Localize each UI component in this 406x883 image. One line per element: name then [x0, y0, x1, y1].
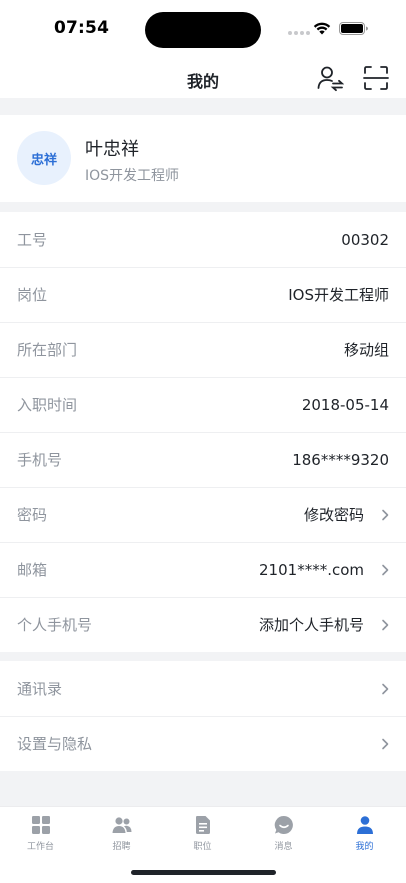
chat-icon: [274, 815, 293, 834]
row-hire-date: 入职时间 2018-05-14: [0, 377, 406, 432]
row-label: 手机号: [17, 451, 63, 469]
row-label: 密码: [17, 506, 48, 524]
dynamic-island: [145, 12, 261, 48]
tab-label: 我的: [355, 842, 374, 852]
page-title: 我的: [186, 72, 219, 91]
row-phone: 手机号 186****9320: [0, 432, 406, 487]
tab-positions[interactable]: 职位: [162, 815, 243, 852]
people-icon: [112, 817, 131, 833]
tab-messages[interactable]: 消息: [243, 815, 324, 852]
row-label: 岗位: [17, 286, 48, 304]
document-icon: [195, 816, 210, 834]
row-value: 00302: [341, 230, 389, 249]
chevron-right-icon: [382, 619, 389, 630]
home-indicator: [131, 870, 276, 875]
tab-label: 工作台: [26, 842, 54, 852]
tab-label: 消息: [274, 842, 293, 852]
info-list: 工号 00302 岗位 IOS开发工程师 所在部门 移动组 入职时间 2018-…: [0, 212, 406, 652]
row-value: 186****9320: [292, 450, 389, 469]
row-value: 修改密码: [303, 506, 364, 524]
grid-icon: [31, 816, 50, 834]
chevron-right-icon: [382, 564, 389, 575]
nav-bar: 我的: [0, 56, 406, 98]
row-position: 岗位 IOS开发工程师: [0, 267, 406, 322]
profile-name: 叶忠祥: [85, 139, 139, 160]
chevron-right-icon: [382, 509, 389, 520]
profile-card[interactable]: 忠祥 叶忠祥 IOS开发工程师: [0, 115, 406, 202]
row-label: 通讯录: [17, 680, 63, 698]
row-password[interactable]: 密码 修改密码: [0, 487, 406, 542]
row-value: 移动组: [343, 341, 389, 359]
row-label: 工号: [17, 231, 48, 249]
row-label: 设置与隐私: [17, 735, 93, 753]
tab-label: 职位: [193, 842, 212, 852]
row-email[interactable]: 邮箱 2101****.com: [0, 542, 406, 597]
row-label: 个人手机号: [17, 616, 93, 634]
status-bar: 07:54: [0, 0, 406, 56]
row-department: 所在部门 移动组: [0, 322, 406, 377]
row-settings-privacy[interactable]: 设置与隐私: [0, 716, 406, 771]
cellular-signal-icon: [288, 31, 310, 35]
tab-label: 招聘: [112, 842, 131, 852]
profile-job-title: IOS开发工程师: [85, 168, 180, 184]
avatar[interactable]: 忠祥: [17, 131, 71, 185]
row-contacts[interactable]: 通讯录: [0, 661, 406, 716]
row-label: 入职时间: [17, 396, 78, 414]
row-value: 添加个人手机号: [258, 616, 364, 634]
row-label: 邮箱: [17, 561, 48, 579]
tab-recruiting[interactable]: 招聘: [81, 815, 162, 852]
tab-mine[interactable]: 我的: [324, 815, 405, 852]
row-value: 2018-05-14: [301, 395, 389, 414]
more-list: 通讯录 设置与隐私: [0, 661, 406, 771]
wifi-icon: [313, 22, 331, 35]
row-value: IOS开发工程师: [288, 286, 389, 304]
row-label: 所在部门: [17, 341, 78, 359]
chevron-right-icon: [382, 738, 389, 749]
status-time: 07:54: [54, 18, 110, 38]
switch-account-icon[interactable]: [316, 64, 344, 92]
row-employee-id: 工号 00302: [0, 212, 406, 267]
row-personal-phone[interactable]: 个人手机号 添加个人手机号: [0, 597, 406, 652]
chevron-right-icon: [382, 683, 389, 694]
battery-icon: [339, 22, 368, 35]
row-value: 2101****.com: [259, 560, 364, 579]
person-icon: [356, 816, 373, 834]
tab-workbench[interactable]: 工作台: [0, 815, 81, 852]
scan-icon[interactable]: [363, 65, 389, 91]
